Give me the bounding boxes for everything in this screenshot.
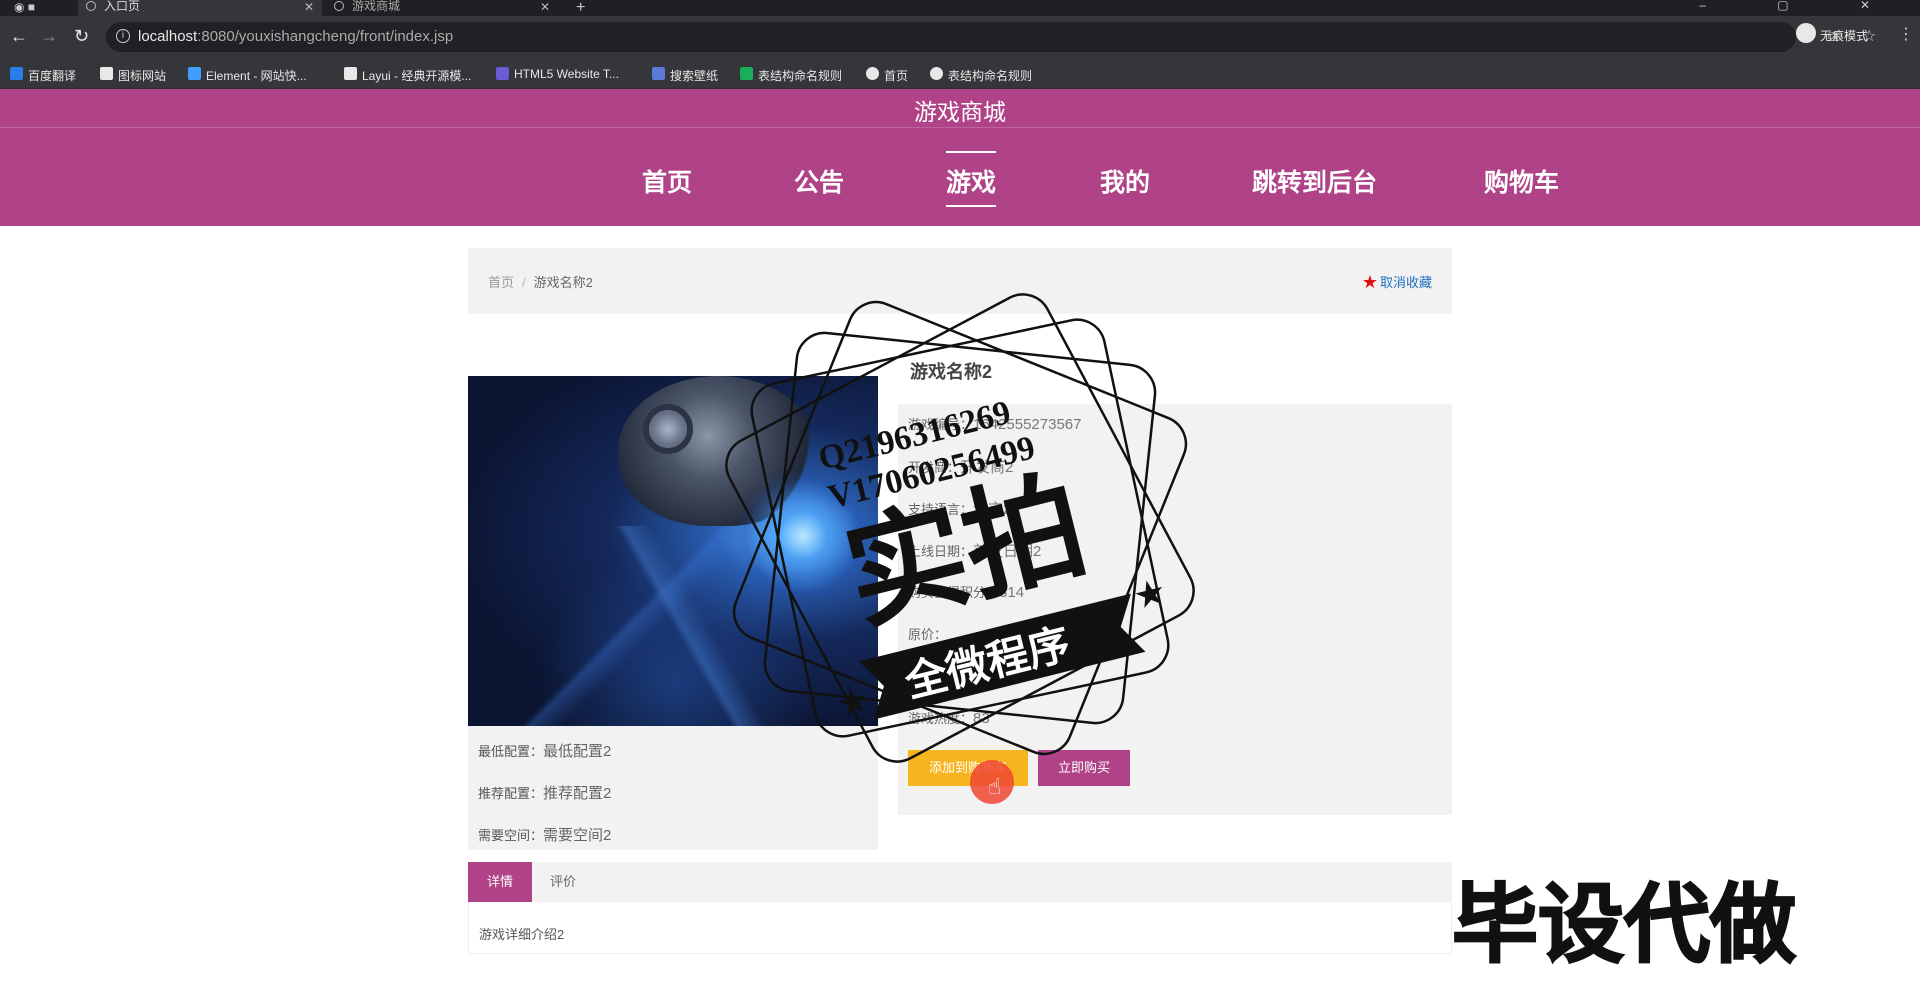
browser-menu-icon[interactable]: ◉ ■ — [14, 0, 35, 14]
buy-now-button[interactable]: 立即购买 — [1038, 750, 1130, 786]
kebab-menu-icon[interactable]: ⋮ — [1898, 24, 1914, 44]
new-tab-icon[interactable]: + — [576, 0, 585, 17]
globe-icon — [866, 67, 879, 80]
info-row-points: 购买获得积分：314 — [908, 584, 1025, 601]
wallpaper-icon — [652, 67, 665, 80]
tab-content-text: 游戏详细介绍2 — [479, 927, 565, 942]
info-panel: 游戏名称2 游戏编号：1642555273567 开发商：开发商2 支持语言：语… — [898, 330, 1452, 815]
image-glow — [738, 466, 868, 606]
globe-icon — [930, 67, 943, 80]
browser-toolbar: ← → ↻ i localhost:8080/youxishangcheng/f… — [0, 16, 1920, 59]
bookmark-item[interactable]: 搜索壁纸 — [652, 67, 718, 84]
info-row-original-price: 原价： — [908, 627, 948, 642]
close-icon[interactable]: ✕ — [304, 1, 314, 13]
image-eye — [643, 404, 693, 454]
nav-admin[interactable]: 跳转到后台 — [1252, 163, 1377, 199]
bookmark-item[interactable]: 表结构命名规则 — [740, 67, 842, 84]
info-row-price: 现价：135.06 — [908, 668, 993, 685]
close-icon[interactable]: ✕ — [540, 1, 550, 13]
bookmark-item[interactable]: HTML5 Website T... — [496, 67, 619, 81]
spec-space: 需要空间：需要空间2 — [478, 827, 612, 844]
header-divider — [0, 127, 1920, 128]
info-row-language: 支持语言：语言2 — [908, 501, 1012, 518]
info-row-heat: 游戏热度：83 — [908, 710, 990, 727]
reload-icon[interactable]: ↻ — [74, 26, 89, 47]
browser-tab-2[interactable]: 游戏商城 ✕ — [326, 0, 558, 16]
spec-min: 最低配置：最低配置2 — [478, 743, 612, 760]
url-path: :8080/youxishangcheng/front/index.jsp — [197, 28, 454, 45]
info-icon[interactable]: i — [116, 29, 130, 43]
url-host: localhost — [138, 28, 198, 45]
bookmark-item[interactable]: Layui - 经典开源模... — [344, 67, 471, 84]
spec-recommended: 推荐配置：推荐配置2 — [478, 785, 612, 802]
nav-cart[interactable]: 购物车 — [1484, 163, 1559, 199]
window-controls[interactable]: – ▢ ✕ — [1699, 0, 1904, 12]
back-arrow-icon[interactable]: ← — [10, 26, 28, 47]
tab-content: 游戏详细介绍2 — [468, 902, 1452, 954]
product-detail: 最低配置：最低配置2 推荐配置：推荐配置2 需要空间：需要空间2 游戏名称2 游… — [468, 330, 1452, 850]
bookmark-item[interactable]: Element - 网站快... — [188, 67, 307, 84]
element-logo-icon — [188, 67, 201, 80]
info-row-id: 游戏编号：1642555273567 — [908, 416, 1082, 433]
url-text[interactable]: localhost:8080/youxishangcheng/front/ind… — [138, 28, 453, 45]
globe-icon — [86, 1, 96, 11]
html5-logo-icon — [496, 67, 509, 80]
star-icon: ★ — [1361, 272, 1378, 292]
bookmark-item[interactable]: 首页 — [866, 67, 908, 84]
breadcrumb-current: 游戏名称2 — [533, 275, 593, 290]
side-watermark-text: 毕设代做 — [1451, 876, 1797, 974]
globe-icon — [334, 1, 344, 11]
incognito-icon — [1796, 23, 1816, 43]
breadcrumb-bar: 首页 / 游戏名称2 ★ 取消收藏 — [468, 248, 1452, 314]
info-row-developer: 开发商：开发商2 — [908, 459, 1014, 476]
browser-tab-strip: ◉ ■ 入口页 ✕ 游戏商城 ✕ + – ▢ ✕ — [0, 0, 1920, 16]
site-title: 游戏商城 — [914, 99, 1006, 125]
sheet-icon — [740, 67, 753, 80]
unfavorite-button[interactable]: ★ 取消收藏 — [1362, 271, 1432, 292]
flag-icon — [100, 67, 113, 80]
breadcrumb-home[interactable]: 首页 — [488, 275, 514, 290]
bookmark-item[interactable]: 图标网站 — [100, 67, 166, 84]
nav-mine[interactable]: 我的 — [1100, 163, 1150, 199]
tab-review[interactable]: 评价 — [550, 862, 576, 902]
address-bar[interactable]: i localhost:8080/youxishangcheng/front/i… — [106, 22, 1876, 52]
bookmark-icon — [10, 67, 23, 80]
tab-detail[interactable]: 详情 — [468, 862, 532, 902]
bookmark-item[interactable]: 表结构命名规则 — [930, 67, 1032, 84]
game-name: 游戏名称2 — [910, 362, 993, 382]
main-nav: 首页 公告 游戏 我的 跳转到后台 购物车 — [0, 151, 1920, 207]
detail-tabs: 详情 评价 — [468, 862, 1452, 902]
forward-arrow-icon[interactable]: → — [40, 26, 58, 47]
layui-logo-icon — [344, 67, 357, 80]
bookmark-item[interactable]: 百度翻译 — [10, 67, 76, 84]
unfavorite-label: 取消收藏 — [1379, 275, 1432, 290]
nav-notice[interactable]: 公告 — [794, 163, 844, 199]
info-row-release: 上线日期：首发日期2 — [908, 543, 1042, 560]
spec-panel: 最低配置：最低配置2 推荐配置：推荐配置2 需要空间：需要空间2 — [468, 726, 878, 850]
incognito-profile[interactable]: 无痕模式 — [1796, 23, 1869, 44]
incognito-label: 无痕模式 — [1820, 29, 1869, 43]
browser-tab-2-label: 游戏商城 — [352, 0, 401, 13]
nav-games[interactable]: 游戏 — [946, 151, 997, 207]
breadcrumb-separator: / — [522, 275, 526, 290]
site-header: 游戏商城 首页 公告 游戏 我的 跳转到后台 购物车 — [0, 89, 1920, 226]
nav-home[interactable]: 首页 — [642, 163, 692, 199]
browser-tab-1[interactable]: 入口页 ✕ — [78, 0, 322, 16]
bookmarks-bar: 百度翻译 图标网站 Element - 网站快... Layui - 经典开源模… — [0, 59, 1920, 89]
game-cover-image — [468, 376, 878, 726]
breadcrumb: 首页 / 游戏名称2 — [488, 272, 593, 291]
browser-tab-1-label: 入口页 — [104, 0, 141, 13]
hand-cursor-icon: ☝ — [988, 774, 1002, 799]
